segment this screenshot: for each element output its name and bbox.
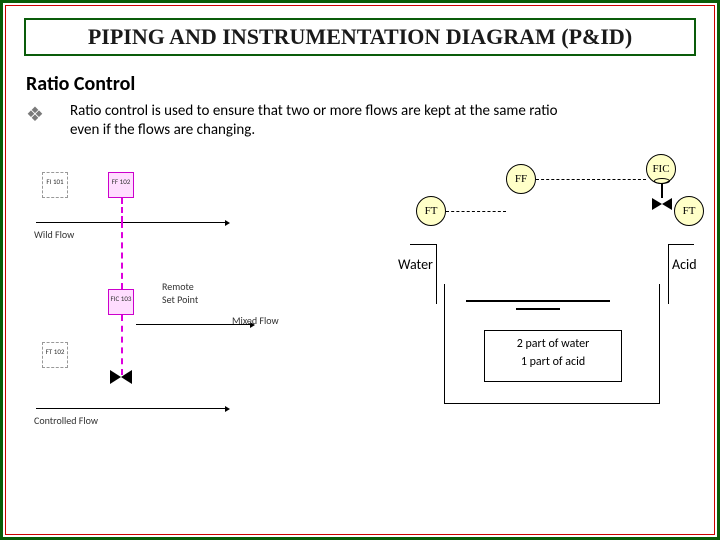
instrument-ff: FF bbox=[506, 164, 536, 194]
schematic-diagram-left: FI 101 FF 102 FIC 103 FT 102 Wild Flow M… bbox=[36, 164, 326, 444]
tag-ft102: FT 102 bbox=[42, 348, 68, 355]
tag-fic103: FIC 103 bbox=[108, 295, 134, 302]
label-remote-setpoint: Remote Set Point bbox=[162, 280, 198, 306]
control-valve-icon bbox=[110, 370, 132, 384]
ratio-line1: 2 part of water bbox=[491, 335, 615, 353]
stream-label-acid: Acid bbox=[672, 256, 697, 273]
control-valve-icon bbox=[652, 198, 672, 210]
bullet-icon: ❖ bbox=[26, 102, 70, 140]
stream-label-water: Water bbox=[398, 256, 433, 273]
ratio-label-box: 2 part of water 1 part of acid bbox=[484, 330, 622, 382]
instrument-ft-right: FT bbox=[674, 196, 704, 226]
ratio-line2: 1 part of acid bbox=[491, 353, 615, 371]
tag-ff102: FF 102 bbox=[108, 178, 134, 185]
page-title: PIPING AND INSTRUMENTATION DIAGRAM (P&ID… bbox=[24, 18, 696, 56]
tag-fi101: FI 101 bbox=[42, 178, 68, 185]
section-heading: Ratio Control bbox=[26, 72, 694, 96]
label-mixed-flow: Mixed Flow bbox=[232, 314, 279, 327]
description-text: Ratio control is used to ensure that two… bbox=[70, 102, 590, 140]
instrument-ft-left: FT bbox=[416, 196, 446, 226]
label-controlled-flow: Controlled Flow bbox=[34, 414, 98, 427]
process-diagram-right: FIC FF FT FT Water Acid 2 part of water … bbox=[356, 154, 716, 454]
label-wild-flow: Wild Flow bbox=[34, 228, 74, 241]
